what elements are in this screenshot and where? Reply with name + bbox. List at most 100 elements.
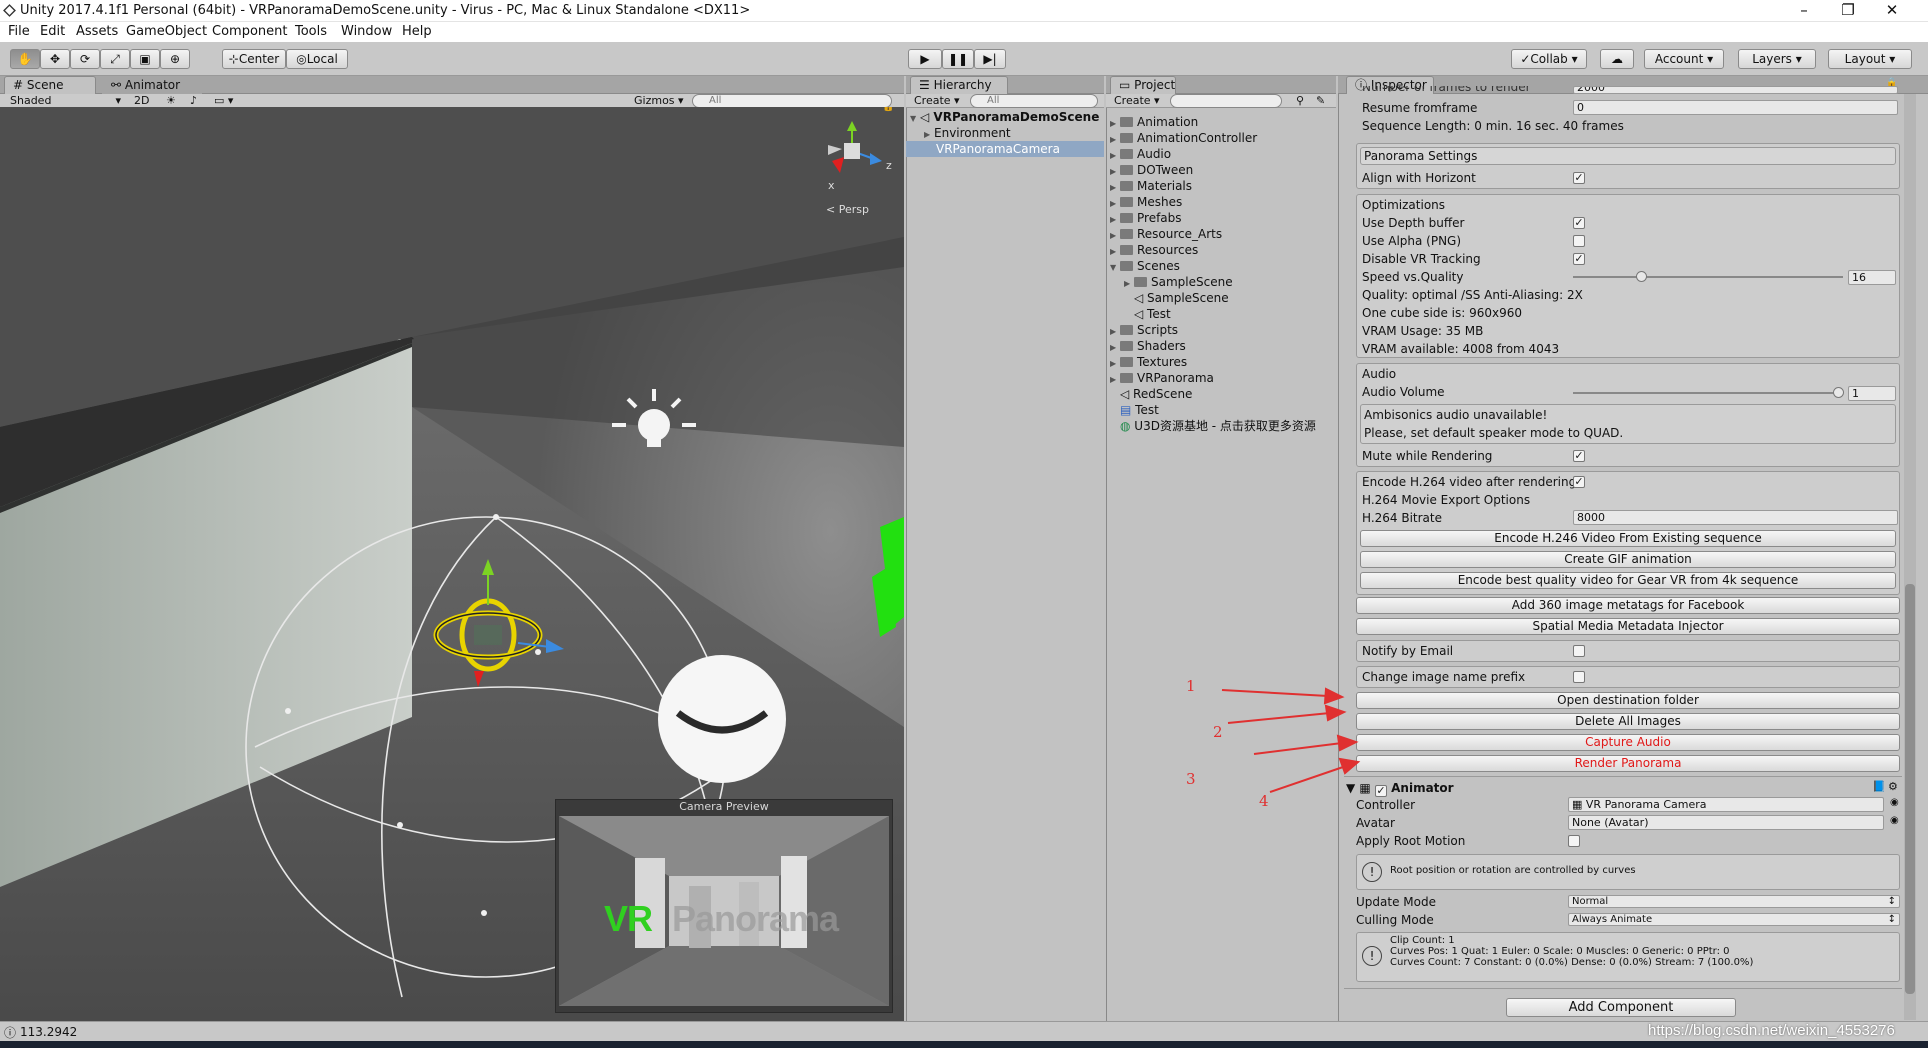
collab-button[interactable]: ✓Collab ▾ [1511,49,1587,69]
tab-hierarchy[interactable]: ☰ Hierarchy [910,76,1008,94]
shading-dropdown[interactable]: Shaded ▾ [6,94,124,108]
lighting-toggle-icon[interactable]: ☀ [162,94,182,108]
project-item[interactable]: ▶ Shaders [1110,338,1186,354]
account-button[interactable]: Account ▾ [1644,49,1724,69]
avatar-picker-icon[interactable]: ◉ [1890,815,1899,826]
project-item[interactable]: ▤ Test [1110,402,1159,418]
project-item[interactable]: ▶ DOTween [1110,162,1193,178]
move-tool-button[interactable]: ✥ [40,49,70,69]
filter-label-icon[interactable]: ✎ [1312,94,1330,108]
close-button[interactable]: ✕ [1870,0,1914,22]
encode-existing-button[interactable]: Encode H.246 Video From Existing sequenc… [1360,530,1896,547]
tab-animator[interactable]: ⚯ Animator [102,76,202,94]
project-item[interactable]: ▶ SampleScene [1124,274,1233,290]
menu-tools[interactable]: Tools [295,24,327,39]
apply-root-motion-checkbox[interactable] [1568,835,1580,847]
menu-file[interactable]: File [8,24,30,39]
h264-bitrate-field[interactable]: 8000 [1573,510,1898,525]
gizmos-dropdown[interactable]: Gizmos ▾ [630,94,686,108]
scale-tool-button[interactable]: ⤢ [100,49,130,69]
hierarchy-item-vrpanoramacamera[interactable]: VRPanoramaCamera [906,141,1104,157]
project-item[interactable]: ▶ AnimationController [1110,130,1257,146]
add-360-metatags-button[interactable]: Add 360 image metatags for Facebook [1356,597,1900,614]
encode-h264-checkbox[interactable]: ✓ [1573,476,1585,488]
audio-volume-field[interactable]: 1 [1848,386,1896,401]
avatar-field[interactable]: None (Avatar) [1568,815,1884,830]
object-picker-icon[interactable]: ◉ [1890,797,1899,808]
hierarchy-scene-root[interactable]: ▼ ◁ VRPanoramaDemoScene [910,109,1104,125]
mute-rendering-checkbox[interactable]: ✓ [1573,450,1585,462]
project-item[interactable]: ◁ RedScene [1110,386,1192,402]
notify-email-checkbox[interactable] [1573,645,1585,657]
play-button[interactable]: ▶ [908,49,942,69]
lock-icon[interactable]: 🔒 [882,107,894,112]
rect-tool-button[interactable]: ▣ [130,49,160,69]
mode-2d-toggle[interactable]: 2D [130,94,156,108]
culling-mode-dropdown[interactable]: Always Animate ↕ [1568,913,1900,926]
persp-toggle[interactable]: < Persp [826,203,869,216]
spatial-media-button[interactable]: Spatial Media Metadata Injector [1356,618,1900,635]
cloud-button[interactable]: ☁ [1600,49,1634,69]
project-create-dropdown[interactable]: Create ▾ [1110,94,1160,108]
menu-window[interactable]: Window [341,24,392,39]
project-item[interactable]: ▼ Scenes [1110,258,1180,274]
project-item[interactable]: ▶ Textures [1110,354,1187,370]
add-component-button[interactable]: Add Component [1506,998,1736,1017]
minimize-button[interactable]: – [1782,0,1826,22]
use-alpha-checkbox[interactable] [1573,235,1585,247]
audio-volume-slider-track[interactable] [1573,392,1843,394]
layout-button[interactable]: Layout ▾ [1828,49,1912,69]
project-item[interactable]: ▶ Meshes [1110,194,1182,210]
project-item[interactable]: ▶ Animation [1110,114,1198,130]
project-item[interactable]: ◁ SampleScene [1124,290,1229,306]
project-item[interactable]: ▶ Resources [1110,242,1198,258]
update-mode-dropdown[interactable]: Normal ↕ [1568,895,1900,908]
align-horizont-checkbox[interactable]: ✓ [1573,172,1585,184]
menu-assets[interactable]: Assets [76,24,118,39]
open-destination-button[interactable]: Open destination folder [1356,692,1900,709]
project-item[interactable]: ▶ VRPanorama [1110,370,1214,386]
menu-edit[interactable]: Edit [40,24,65,39]
filter-type-icon[interactable]: ⚲ [1292,94,1310,108]
menu-gameobject[interactable]: GameObject [126,24,207,39]
scene-search-input[interactable]: All [692,94,892,108]
audio-toggle-icon[interactable]: ♪ [186,94,206,108]
project-item[interactable]: ▶ Audio [1110,146,1171,162]
encode-gear-vr-button[interactable]: Encode best quality video for Gear VR fr… [1360,572,1896,589]
maximize-button[interactable]: ❐ [1826,0,1870,22]
speed-quality-slider-track[interactable] [1573,276,1843,278]
project-search-input[interactable] [1170,94,1282,108]
inspector-scrollbar[interactable] [1904,94,1916,1020]
tab-project[interactable]: ▭ Project [1110,76,1176,94]
frames-to-render-field[interactable]: 2000 [1573,86,1898,94]
inspector-scroll-thumb[interactable] [1905,584,1915,994]
audio-volume-slider-thumb[interactable] [1833,387,1844,398]
project-item[interactable]: ◁ Test [1124,306,1171,322]
transform-tool-button[interactable]: ⊕ [160,49,190,69]
tab-scene[interactable]: # Scene [4,76,96,94]
menu-component[interactable]: Component [212,24,287,39]
project-item[interactable]: ◍ U3D资源基地 - 点击获取更多资源 [1110,418,1316,434]
effects-dropdown-icon[interactable]: ▭ ▾ [210,94,248,108]
help-book-icon[interactable]: 📘 [1872,780,1886,793]
project-item[interactable]: ▶ Resource_Arts [1110,226,1222,242]
pause-button[interactable]: ❚❚ [942,49,974,69]
controller-field[interactable]: ▦ VR Panorama Camera [1568,797,1884,812]
component-settings-gear-icon[interactable]: ⚙ [1888,780,1898,793]
create-gif-button[interactable]: Create GIF animation [1360,551,1896,568]
change-prefix-checkbox[interactable] [1573,671,1585,683]
project-item[interactable]: ▶ Materials [1110,178,1192,194]
hand-tool-button[interactable]: ✋ [10,49,40,69]
pivot-center-button[interactable]: ⊹Center [222,49,286,69]
project-item[interactable]: ▶ Scripts [1110,322,1178,338]
layers-button[interactable]: Layers ▾ [1738,49,1816,69]
scene-viewport[interactable]: y z x 🔒 < Persp Camera Preview VR Panora… [0,107,904,1021]
hierarchy-create-dropdown[interactable]: Create ▾ [910,94,960,108]
capture-audio-button[interactable]: Capture Audio [1356,734,1900,751]
delete-all-images-button[interactable]: Delete All Images [1356,713,1900,730]
speed-quality-field[interactable]: 16 [1848,270,1896,285]
disable-vr-checkbox[interactable]: ✓ [1573,253,1585,265]
use-depth-checkbox[interactable]: ✓ [1573,217,1585,229]
speed-quality-slider-thumb[interactable] [1635,271,1647,282]
step-button[interactable]: ▶| [974,49,1006,69]
